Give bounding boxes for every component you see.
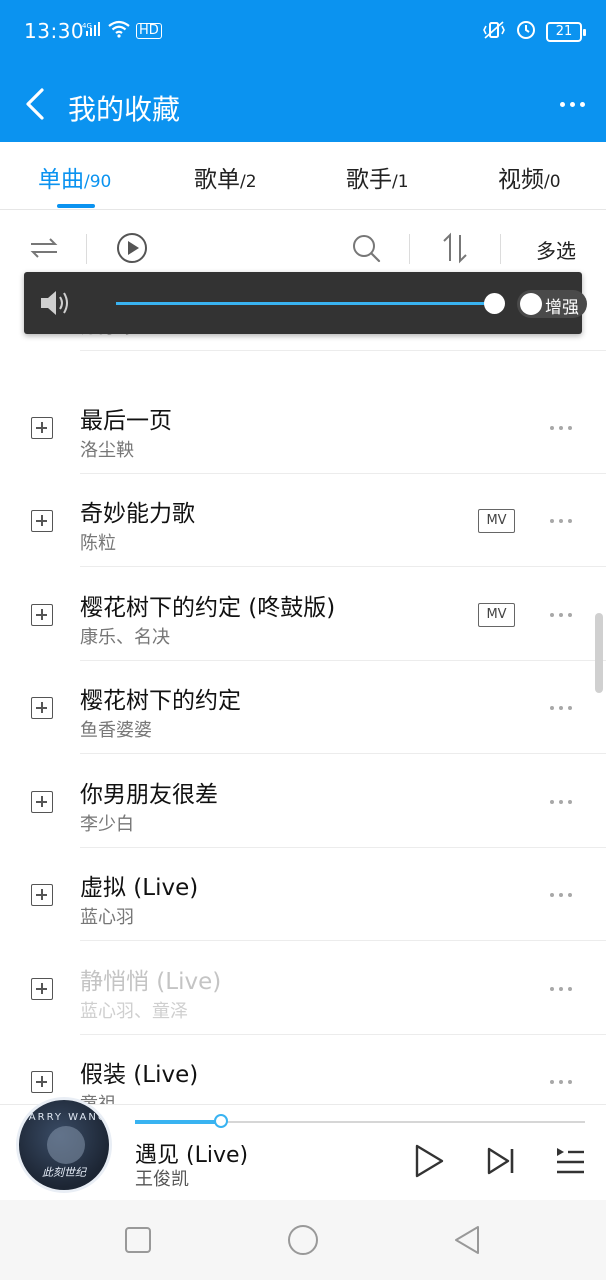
- song-list: 苏打绿 MV 最后一页 洛尘鞅 奇妙能力歌 陈粒 MV 樱花树下的约定 (咚鼓版…: [0, 287, 606, 1105]
- song-title: 最后一页: [80, 408, 172, 434]
- volume-slider-track[interactable]: [116, 302, 494, 305]
- status-time: 13:30: [24, 19, 85, 43]
- album-cover[interactable]: KARRY WANG 此刻世纪: [16, 1097, 112, 1193]
- list-item[interactable]: 樱花树下的约定 鱼香婆婆: [0, 661, 606, 754]
- song-title: 你男朋友很差: [80, 782, 218, 808]
- list-item[interactable]: 静悄悄 (Live) 蓝心羽、童泽: [0, 942, 606, 1035]
- shuffle-icon[interactable]: [26, 230, 62, 266]
- add-to-playlist-button[interactable]: [31, 417, 53, 439]
- back-nav-button[interactable]: [450, 1222, 486, 1258]
- add-to-playlist-button[interactable]: [31, 697, 53, 719]
- list-item[interactable]: 假装 (Live) 童祖: [0, 1035, 606, 1105]
- app-header: 13:30 4G HD 21 我的收藏: [0, 0, 606, 142]
- song-more-button[interactable]: [550, 423, 578, 433]
- now-playing-artist: 王俊凯: [135, 1169, 189, 1190]
- song-title: 假装 (Live): [80, 1062, 199, 1088]
- scrollbar-thumb[interactable]: [595, 613, 603, 693]
- list-item[interactable]: 樱花树下的约定 (咚鼓版) 康乐、名决 MV: [0, 568, 606, 661]
- tab-playlists[interactable]: 歌单/2: [194, 160, 257, 194]
- song-more-button[interactable]: [550, 1077, 578, 1087]
- page-title: 我的收藏: [68, 93, 181, 126]
- circle-icon: [288, 1225, 318, 1255]
- song-title: 静悄悄 (Live): [80, 969, 222, 995]
- song-more-button[interactable]: [550, 797, 578, 807]
- mv-badge[interactable]: MV: [478, 603, 515, 627]
- song-artist: 蓝心羽、童泽: [80, 1001, 188, 1022]
- square-icon: [125, 1227, 151, 1253]
- next-button[interactable]: [484, 1143, 518, 1179]
- tab-singers[interactable]: 歌手/1: [346, 160, 409, 194]
- skip-next-icon: [487, 1147, 514, 1175]
- boost-toggle-knob: [520, 293, 542, 315]
- tab-indicator: [57, 204, 95, 208]
- mv-badge[interactable]: MV: [478, 509, 515, 533]
- play-button[interactable]: [412, 1143, 446, 1179]
- add-to-playlist-button[interactable]: [31, 510, 53, 532]
- add-to-playlist-button[interactable]: [31, 1071, 53, 1093]
- progress-thumb[interactable]: [214, 1114, 228, 1128]
- wifi-icon: [108, 20, 130, 42]
- play-all-icon[interactable]: [114, 230, 150, 266]
- progress-fill: [135, 1120, 221, 1124]
- triangle-back-icon: [455, 1226, 479, 1254]
- mini-player[interactable]: KARRY WANG 此刻世纪 遇见 (Live) 王俊凯: [0, 1097, 606, 1200]
- volume-popup: 增强: [24, 272, 587, 334]
- dot-icon: [579, 101, 585, 107]
- search-icon[interactable]: [348, 230, 384, 266]
- battery-icon: 21: [546, 22, 586, 42]
- tab-videos[interactable]: 视频/0: [498, 160, 561, 194]
- boost-toggle[interactable]: 增强: [517, 290, 587, 318]
- sort-icon[interactable]: [438, 230, 474, 266]
- title-bar: 我的收藏: [0, 62, 606, 142]
- song-title: 樱花树下的约定: [80, 688, 241, 714]
- list-item[interactable]: 虚拟 (Live) 蓝心羽: [0, 848, 606, 941]
- volume-slider-thumb[interactable]: [484, 293, 505, 314]
- song-artist: 康乐、名决: [80, 627, 170, 648]
- song-more-button[interactable]: [550, 516, 578, 526]
- alarm-icon: [516, 20, 536, 44]
- add-to-playlist-button[interactable]: [31, 978, 53, 1000]
- list-item[interactable]: 奇妙能力歌 陈粒 MV: [0, 474, 606, 567]
- playlist-icon: [557, 1148, 584, 1174]
- song-title: 奇妙能力歌: [80, 501, 195, 527]
- list-item[interactable]: 你男朋友很差 李少白: [0, 755, 606, 848]
- song-artist: 李少白: [80, 814, 134, 835]
- song-artist: 蓝心羽: [80, 907, 134, 928]
- song-artist: 鱼香婆婆: [80, 720, 152, 741]
- song-title: 樱花树下的约定 (咚鼓版): [80, 595, 336, 621]
- list-item[interactable]: 最后一页 洛尘鞅: [0, 381, 606, 474]
- song-artist: 洛尘鞅: [80, 440, 134, 461]
- dot-icon: [559, 101, 565, 107]
- back-button[interactable]: [18, 84, 54, 124]
- boost-label: 增强: [545, 298, 579, 318]
- system-nav-bar: [0, 1200, 606, 1280]
- song-more-button[interactable]: [550, 984, 578, 994]
- tab-bar: 单曲/90 歌单/2 歌手/1 视频/0: [0, 142, 606, 210]
- home-button[interactable]: [285, 1222, 321, 1258]
- add-to-playlist-button[interactable]: [31, 884, 53, 906]
- cover-text-bottom: 此刻世纪: [42, 1166, 86, 1179]
- hd-icon: HD: [136, 23, 162, 39]
- play-icon: [415, 1144, 444, 1178]
- vibrate-icon: [482, 20, 506, 44]
- chevron-left-icon: [26, 88, 44, 120]
- dot-icon: [569, 101, 575, 107]
- signal-icon: 4G: [82, 21, 102, 41]
- multi-select-button[interactable]: 多选: [536, 235, 576, 264]
- tab-songs[interactable]: 单曲/90: [38, 160, 111, 194]
- song-title: 虚拟 (Live): [80, 875, 199, 901]
- more-options-button[interactable]: [554, 84, 590, 124]
- song-more-button[interactable]: [550, 703, 578, 713]
- recents-button[interactable]: [120, 1222, 156, 1258]
- add-to-playlist-button[interactable]: [31, 604, 53, 626]
- song-more-button[interactable]: [550, 610, 578, 620]
- add-to-playlist-button[interactable]: [31, 791, 53, 813]
- volume-icon: [38, 286, 74, 320]
- status-bar: 13:30 4G HD 21: [0, 0, 606, 62]
- cover-text-top: KARRY WANG: [20, 1112, 108, 1123]
- song-artist: 陈粒: [80, 533, 116, 554]
- song-more-button[interactable]: [550, 890, 578, 900]
- playlist-button[interactable]: [554, 1143, 588, 1179]
